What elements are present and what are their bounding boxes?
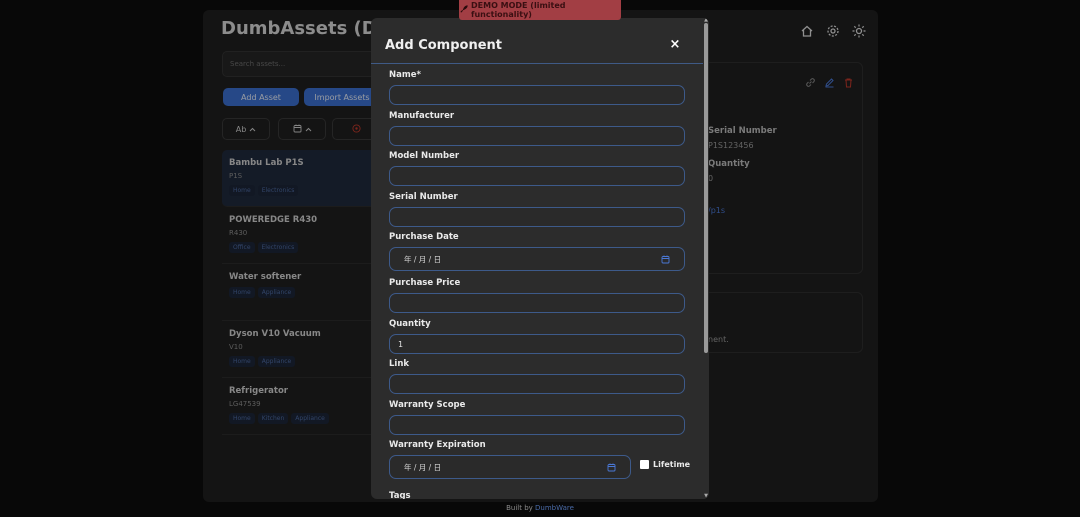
- modal-header: Add Component ×: [371, 18, 709, 64]
- calendar-icon[interactable]: [607, 463, 616, 472]
- purchase-date-value: 年 / 月 / 日: [404, 254, 442, 264]
- model-number-label: Model Number: [389, 151, 460, 161]
- scrollbar-thumb[interactable]: [704, 23, 708, 353]
- calendar-icon[interactable]: [661, 255, 670, 264]
- footer-text: Built by: [506, 504, 536, 512]
- lifetime-label: Lifetime: [653, 460, 691, 469]
- warranty-expiration-value: 年 / 月 / 日: [404, 462, 442, 472]
- footer-link[interactable]: DumbWare: [535, 504, 574, 512]
- name-input[interactable]: [389, 85, 685, 105]
- close-icon[interactable]: ×: [669, 38, 681, 51]
- manufacturer-input[interactable]: [389, 126, 685, 146]
- lifetime-checkbox-group[interactable]: Lifetime: [640, 460, 690, 469]
- serial-number-label: Serial Number: [389, 192, 458, 202]
- warranty-scope-label: Warranty Scope: [389, 400, 466, 410]
- warranty-expiration-input[interactable]: 年 / 月 / 日: [389, 455, 631, 479]
- add-component-modal: Add Component × Name* Manufacturer Model…: [371, 18, 709, 499]
- link-input[interactable]: [389, 374, 685, 394]
- purchase-price-label: Purchase Price: [389, 278, 461, 288]
- link-label: Link: [389, 359, 410, 369]
- model-number-input[interactable]: [389, 166, 685, 186]
- rocket-icon: [459, 4, 468, 16]
- lifetime-checkbox[interactable]: [640, 460, 649, 469]
- quantity-input[interactable]: [389, 334, 685, 354]
- purchase-date-label: Purchase Date: [389, 232, 459, 242]
- quantity-label: Quantity: [389, 319, 431, 329]
- purchase-price-input[interactable]: [389, 293, 685, 313]
- tags-label: Tags: [389, 491, 411, 499]
- footer: Built by DumbWare: [0, 504, 1080, 512]
- demo-mode-text: DEMO MODE (limited functionality): [471, 1, 566, 19]
- serial-number-input[interactable]: [389, 207, 685, 227]
- purchase-date-input[interactable]: 年 / 月 / 日: [389, 247, 685, 271]
- warranty-expiration-label: Warranty Expiration: [389, 440, 486, 450]
- scroll-down-arrow-icon[interactable]: ▼: [703, 494, 709, 499]
- warranty-scope-input[interactable]: [389, 415, 685, 435]
- modal-title: Add Component: [385, 38, 502, 53]
- demo-mode-banner: DEMO MODE (limited functionality): [459, 0, 621, 20]
- manufacturer-label: Manufacturer: [389, 111, 455, 121]
- modal-scrollbar[interactable]: ▲ ▼: [703, 18, 709, 499]
- name-label: Name*: [389, 70, 421, 80]
